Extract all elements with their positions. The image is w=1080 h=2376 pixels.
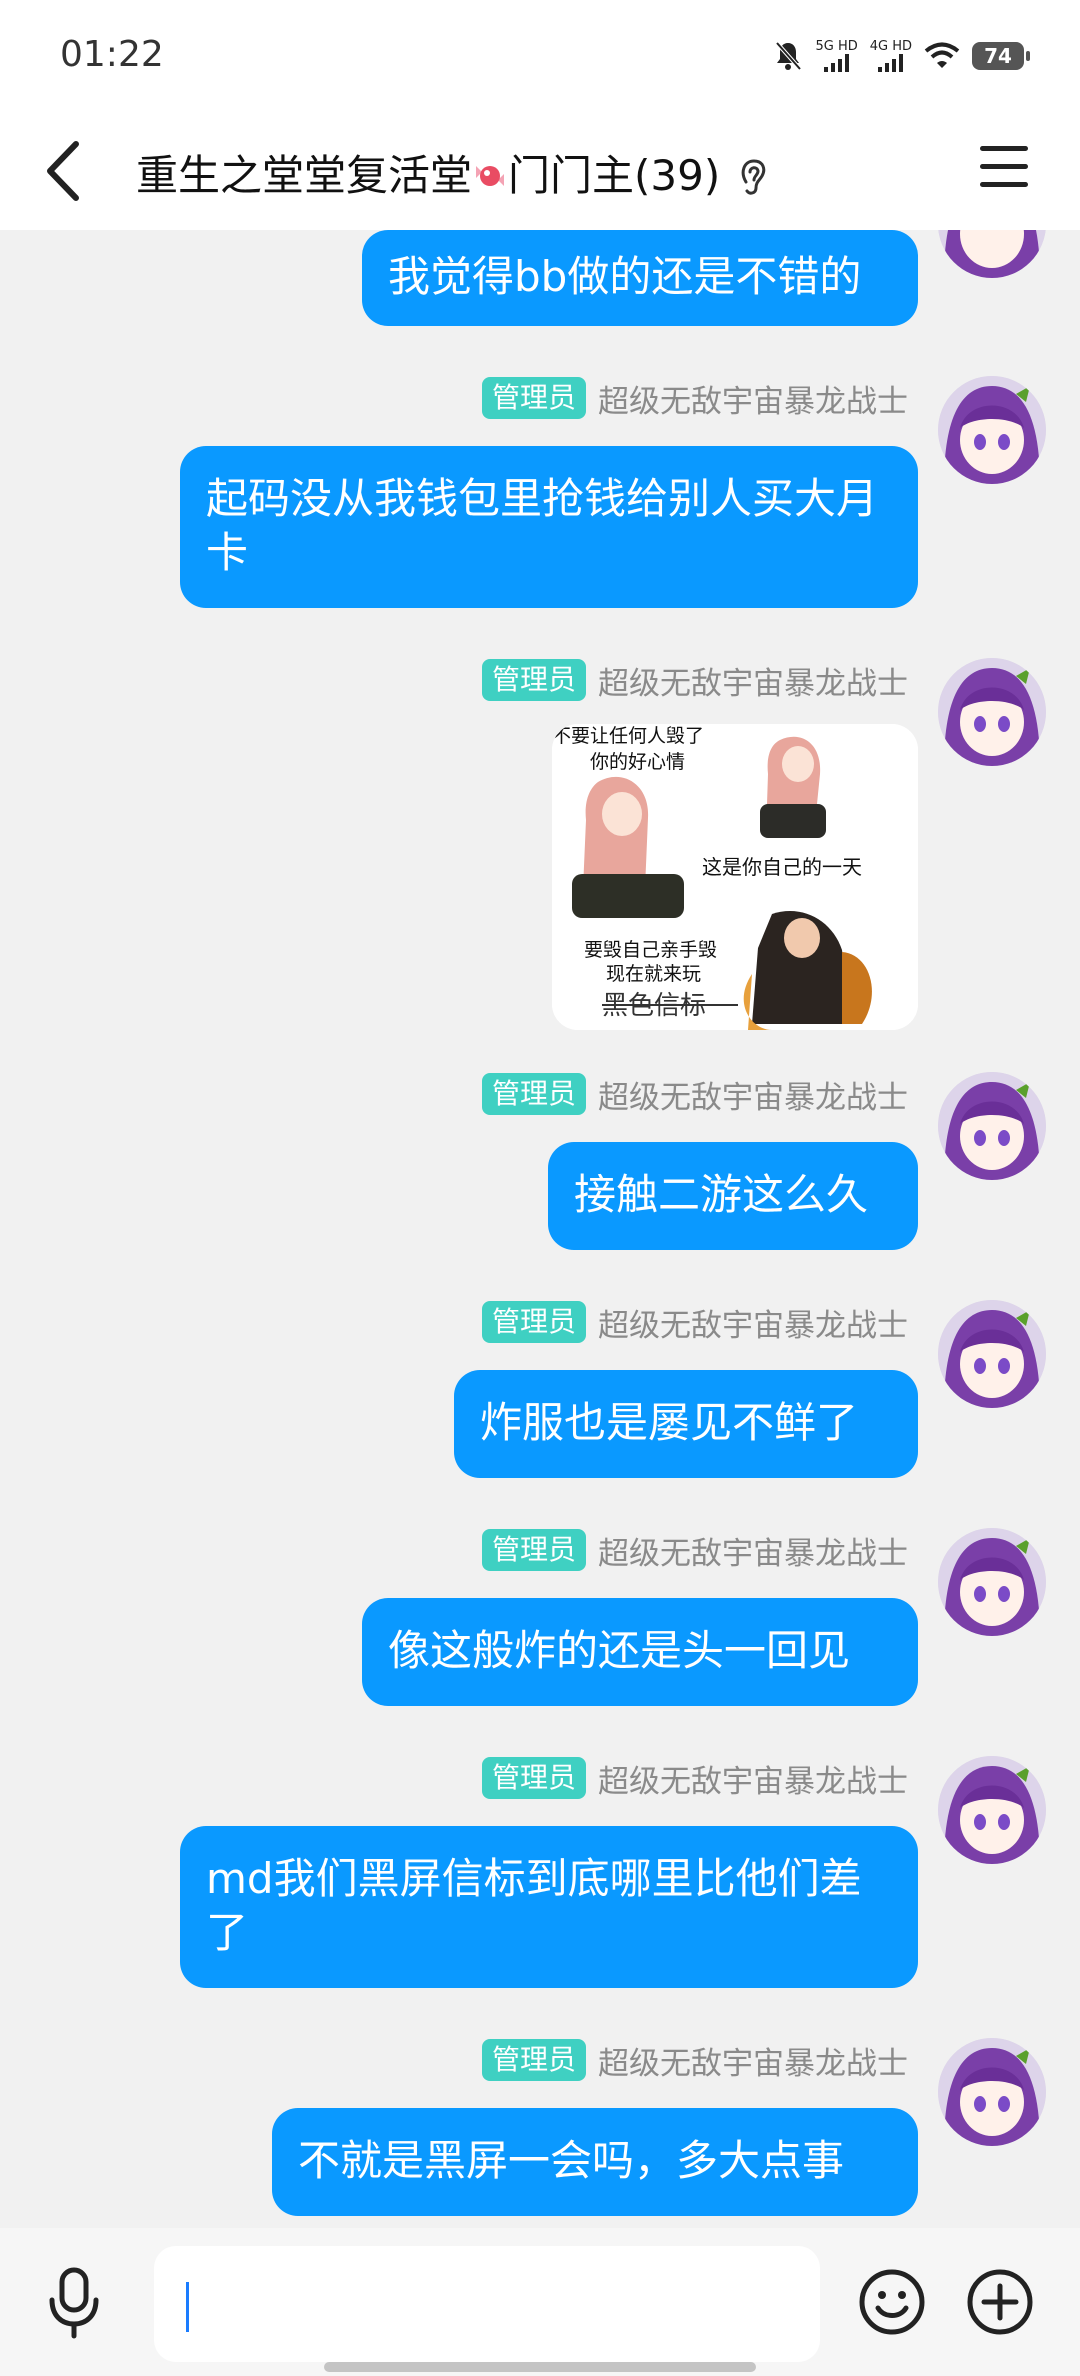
avatar[interactable] — [938, 1528, 1046, 1636]
chat-title-suffix: 门门主(39) — [508, 151, 721, 200]
plus-icon[interactable] — [966, 2268, 1034, 2336]
emoji-icon[interactable] — [858, 2268, 926, 2336]
avatar[interactable] — [938, 230, 1046, 278]
avatar-image — [938, 1300, 1046, 1408]
sender-meta: 管理员 超级无敌宇宙暴龙战士 — [481, 1300, 908, 1345]
mute-bell-icon — [775, 41, 802, 71]
meme-image: 不要让任何人毁了 你的好心情 这是你自己的一天 要毁自己亲手毁 现在就来玩 黑色… — [552, 724, 918, 1030]
admin-badge: 管理员 — [481, 1301, 586, 1343]
status-bar: 01:22 5G HD 4G HD 74 — [0, 0, 1080, 114]
message-input[interactable] — [154, 2246, 820, 2362]
message-bubble[interactable]: 像这般炸的还是头一回见 — [362, 1598, 918, 1706]
ear-icon — [741, 159, 766, 195]
avatar-image — [938, 1528, 1046, 1636]
meme-caption-1b: 你的好心情 — [590, 751, 685, 773]
wifi-icon — [924, 42, 960, 68]
avatar-image — [938, 2038, 1046, 2146]
sender-name[interactable]: 超级无敌宇宙暴龙战士 — [598, 376, 908, 421]
sender-meta: 管理员 超级无敌宇宙暴龙战士 — [481, 1072, 908, 1117]
avatar[interactable] — [938, 1300, 1046, 1408]
message-bubble[interactable]: 我觉得bb做的还是不错的 — [362, 230, 918, 326]
admin-badge: 管理员 — [481, 1529, 586, 1571]
admin-badge: 管理员 — [481, 377, 586, 419]
signal-4g: 4G HD — [870, 40, 912, 72]
admin-badge: 管理员 — [481, 1073, 586, 1115]
avatar-image — [938, 1072, 1046, 1180]
avatar[interactable] — [938, 2038, 1046, 2146]
home-indicator[interactable] — [324, 2362, 756, 2372]
meme-caption-1: 不要让任何人毁了 — [552, 725, 704, 747]
meme-image-message[interactable]: 不要让任何人毁了 你的好心情 这是你自己的一天 要毁自己亲手毁 现在就来玩 黑色… — [552, 724, 918, 1030]
admin-badge: 管理员 — [481, 659, 586, 701]
sender-name[interactable]: 超级无敌宇宙暴龙战士 — [598, 2038, 908, 2083]
signal-5g: 5G HD — [815, 39, 858, 72]
message-bubble[interactable]: md我们黑屏信标到底哪里比他们差了 — [180, 1826, 918, 1988]
sender-meta: 管理员 超级无敌宇宙暴龙战士 — [481, 376, 908, 421]
signal-bars-icon — [878, 54, 904, 72]
meme-caption-3: 要毁自己亲手毁 — [584, 939, 717, 961]
menu-icon[interactable] — [980, 146, 1028, 188]
meme-caption-3b: 现在就来玩 — [606, 963, 701, 985]
message-bubble[interactable]: 起码没从我钱包里抢钱给别人买大月卡 — [180, 446, 918, 608]
sender-name[interactable]: 超级无敌宇宙暴龙战士 — [598, 1528, 908, 1573]
avatar-image — [938, 376, 1046, 484]
sender-name[interactable]: 超级无敌宇宙暴龙战士 — [598, 1072, 908, 1117]
chat-title-prefix: 重生之堂堂复活堂 — [136, 151, 473, 200]
sender-name[interactable]: 超级无敌宇宙暴龙战士 — [598, 1300, 908, 1345]
input-bar — [0, 2228, 1080, 2376]
back-arrow-icon[interactable] — [36, 138, 96, 204]
avatar[interactable] — [938, 1072, 1046, 1180]
chat-title[interactable]: 重生之堂堂复活堂 门门主(39) — [136, 142, 768, 203]
signal-4g-label: 4G HD — [869, 39, 912, 54]
admin-badge: 管理员 — [481, 2039, 586, 2081]
signal-bars-icon — [824, 54, 850, 72]
avatar[interactable] — [938, 1756, 1046, 1864]
chat-header: 重生之堂堂复活堂 门门主(39) — [0, 114, 1080, 230]
avatar-image — [938, 658, 1046, 766]
candy-icon — [476, 166, 505, 186]
avatar-image — [938, 230, 1046, 278]
chat-messages[interactable]: 我觉得bb做的还是不错的 管理员 超级无敌宇宙暴龙战士 起码没从我钱包里抢钱给别… — [0, 230, 1080, 2228]
signal-5g-label: 5G HD — [815, 39, 858, 54]
avatar-image — [938, 1756, 1046, 1864]
mic-icon[interactable] — [44, 2266, 104, 2340]
avatar[interactable] — [938, 376, 1046, 484]
battery-indicator: 74 — [972, 42, 1030, 70]
sender-meta: 管理员 超级无敌宇宙暴龙战士 — [481, 2038, 908, 2083]
sender-name[interactable]: 超级无敌宇宙暴龙战士 — [598, 1756, 908, 1801]
sender-meta: 管理员 超级无敌宇宙暴龙战士 — [481, 1528, 908, 1573]
status-icons: 5G HD 4G HD 74 — [773, 36, 1030, 76]
sender-meta: 管理员 超级无敌宇宙暴龙战士 — [481, 658, 908, 703]
avatar[interactable] — [938, 658, 1046, 766]
meme-caption-2: 这是你自己的一天 — [702, 856, 862, 879]
text-cursor — [186, 2282, 189, 2332]
message-bubble[interactable]: 炸服也是屡见不鲜了 — [454, 1370, 918, 1478]
sender-meta: 管理员 超级无敌宇宙暴龙战士 — [481, 1756, 908, 1801]
message-bubble[interactable]: 接触二游这么久 — [548, 1142, 918, 1250]
sender-name[interactable]: 超级无敌宇宙暴龙战士 — [598, 658, 908, 703]
status-time: 01:22 — [60, 34, 164, 75]
admin-badge: 管理员 — [481, 1757, 586, 1799]
message-bubble[interactable]: 不就是黑屏一会吗，多大点事 — [272, 2108, 918, 2216]
